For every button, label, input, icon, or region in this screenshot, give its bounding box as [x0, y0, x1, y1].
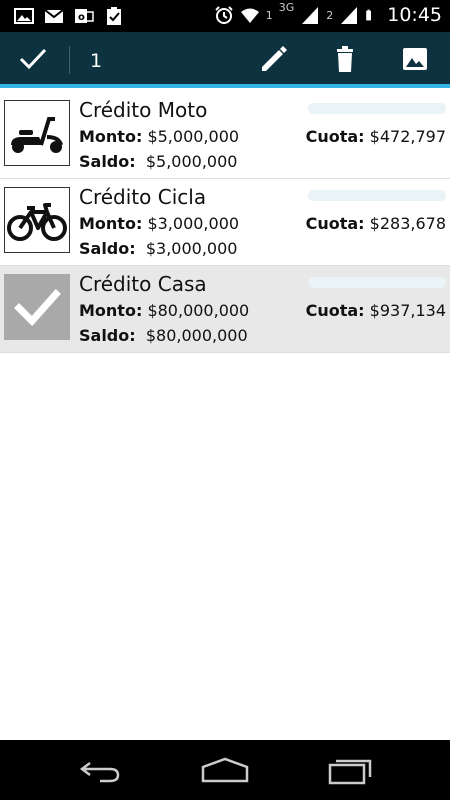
- credit-progress: [308, 103, 446, 114]
- cuota-value: $472,797: [369, 127, 446, 146]
- credit-progress: [308, 277, 446, 288]
- credit-progress: [308, 190, 446, 201]
- credit-row-cicla[interactable]: Crédito Cicla Monto: $3,000,000 Saldo: $…: [0, 179, 450, 266]
- sim1-label: 1: [265, 8, 273, 22]
- monto-value: $3,000,000: [147, 214, 240, 233]
- bicycle-icon: [7, 203, 67, 241]
- saldo-label: Saldo:: [79, 152, 136, 171]
- monto-label: Monto:: [79, 301, 143, 320]
- credit-cuota: Cuota: $472,797: [306, 127, 446, 146]
- credit-thumbnail: [4, 274, 70, 340]
- battery-icon: [366, 9, 372, 21]
- alarm-icon: [214, 6, 233, 24]
- checkmark-icon: [14, 289, 61, 327]
- signal-icon: [341, 7, 358, 24]
- credit-row-casa[interactable]: Crédito Casa Monto: $80,000,000 Saldo: $…: [0, 266, 450, 353]
- credit-cuota: Cuota: $283,678: [306, 214, 446, 233]
- sim2-label: 2: [326, 8, 334, 22]
- recents-icon[interactable]: [326, 755, 374, 785]
- credit-monto: Monto: $5,000,000: [79, 127, 239, 146]
- outlook-icon: o: [75, 9, 94, 23]
- cuota-value: $937,134: [369, 301, 446, 320]
- navigation-bar: [0, 740, 450, 800]
- home-icon[interactable]: [201, 755, 249, 785]
- back-icon[interactable]: [76, 755, 124, 785]
- credit-saldo: Saldo: $80,000,000: [79, 326, 248, 345]
- network-label: 3G: [278, 0, 295, 14]
- selected-count: 1: [90, 50, 103, 72]
- cuota-label: Cuota:: [305, 214, 365, 233]
- saldo-value: $5,000,000: [145, 152, 238, 171]
- credit-title: Crédito Moto: [79, 98, 208, 122]
- credit-cuota: Cuota: $937,134: [306, 301, 446, 320]
- credit-list: Crédito Moto Monto: $5,000,000 Saldo: $5…: [0, 92, 450, 353]
- credit-monto: Monto: $3,000,000: [79, 214, 239, 233]
- credit-monto: Monto: $80,000,000: [79, 301, 249, 320]
- status-bar: o 1 3G 2 10:45: [0, 0, 450, 32]
- credit-row-moto[interactable]: Crédito Moto Monto: $5,000,000 Saldo: $5…: [0, 92, 450, 179]
- credit-saldo: Saldo: $3,000,000: [79, 239, 237, 258]
- credit-title: Crédito Cicla: [79, 185, 207, 209]
- signal-icon: [302, 7, 319, 24]
- wifi-icon: [240, 8, 259, 23]
- trash-icon[interactable]: [330, 44, 360, 74]
- contextual-action-bar: 1: [0, 32, 450, 88]
- cuota-label: Cuota:: [305, 301, 365, 320]
- clipboard-check-icon: [107, 7, 121, 25]
- mail-icon: [44, 9, 64, 23]
- saldo-label: Saldo:: [79, 239, 136, 258]
- check-done-icon[interactable]: [18, 44, 48, 74]
- saldo-label: Saldo:: [79, 326, 136, 345]
- saldo-value: $80,000,000: [145, 326, 248, 345]
- picture-icon[interactable]: [400, 44, 430, 74]
- monto-label: Monto:: [79, 214, 143, 233]
- cuota-value: $283,678: [369, 214, 446, 233]
- image-icon: [14, 8, 34, 24]
- credit-saldo: Saldo: $5,000,000: [79, 152, 237, 171]
- status-time: 10:45: [387, 4, 442, 26]
- saldo-value: $3,000,000: [145, 239, 238, 258]
- svg-text:o: o: [78, 12, 85, 23]
- action-bar-accent: [0, 84, 450, 88]
- pencil-icon[interactable]: [259, 44, 289, 74]
- monto-value: $5,000,000: [147, 127, 240, 146]
- monto-value: $80,000,000: [147, 301, 250, 320]
- credit-thumbnail: [4, 100, 70, 166]
- cuota-label: Cuota:: [305, 127, 365, 146]
- scooter-icon: [11, 117, 63, 153]
- credit-thumbnail: [4, 187, 70, 253]
- credit-title: Crédito Casa: [79, 272, 207, 296]
- monto-label: Monto:: [79, 127, 143, 146]
- action-bar-divider: [69, 46, 70, 74]
